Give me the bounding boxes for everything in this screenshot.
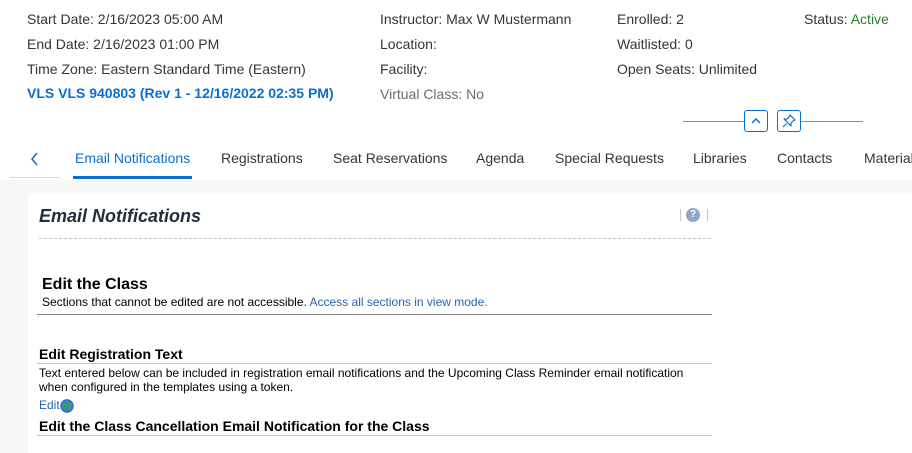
tab-bar: Email Notifications Registrations Seat R… [0, 140, 912, 180]
tabs-scroll-left-button[interactable] [10, 140, 60, 178]
pin-icon [782, 114, 796, 128]
tab-material[interactable]: Material [864, 140, 912, 180]
tab-email-notifications[interactable]: Email Notifications [75, 140, 190, 180]
open-seats: Open Seats: Unlimited [617, 61, 758, 77]
end-date: End Date: 2/16/2023 01:00 PM [27, 36, 220, 52]
cancellation-email-heading: Edit the Class Cancellation Email Notifi… [39, 418, 430, 434]
globe-icon[interactable] [60, 399, 74, 413]
class-header: Start Date: 2/16/2023 05:00 AM End Date:… [0, 0, 912, 140]
collapse-line-left [683, 121, 744, 122]
registration-text-heading: Edit Registration Text [39, 346, 183, 362]
collapse-line-right [801, 121, 863, 122]
tab-contacts[interactable]: Contacts [777, 140, 832, 180]
registration-text-divider [37, 363, 712, 364]
chevron-up-icon [751, 117, 761, 124]
enrolled-count: Enrolled: 2 [617, 11, 684, 27]
edit-class-note: Sections that cannot be edited are not a… [42, 295, 307, 309]
time-zone: Time Zone: Eastern Standard Time (Easter… [27, 61, 306, 77]
status-badge: Active [850, 11, 889, 27]
class-title-link[interactable]: VLS VLS 940803 (Rev 1 - 12/16/2022 02:35… [27, 85, 334, 101]
view-mode-link[interactable]: Access all sections in view mode. [310, 295, 488, 309]
tab-agenda[interactable]: Agenda [476, 140, 524, 180]
edit-registration-text-link[interactable]: Edit [39, 398, 60, 412]
tab-registrations[interactable]: Registrations [221, 140, 303, 180]
title-divider [39, 238, 711, 239]
location: Location: [380, 36, 437, 52]
toolbar-divider-left [680, 209, 681, 221]
help-icon[interactable]: ? [686, 208, 700, 222]
registration-text-description: Text entered below can be included in re… [39, 366, 684, 394]
start-date: Start Date: 2/16/2023 05:00 AM [27, 11, 224, 27]
panel-toolbar: ? [680, 208, 710, 222]
facility: Facility: [380, 61, 428, 77]
chevron-left-icon [31, 152, 38, 165]
waitlisted-count: Waitlisted: 0 [617, 36, 693, 52]
tab-seat-reservations[interactable]: Seat Reservations [333, 140, 447, 180]
pin-header-button[interactable] [777, 110, 801, 132]
header-collapse-bar [683, 110, 863, 132]
email-notifications-panel [28, 194, 912, 453]
panel-title: Email Notifications [39, 206, 202, 226]
virtual-class: Virtual Class: No [380, 86, 485, 102]
tab-libraries[interactable]: Libraries [693, 140, 747, 180]
section-divider [37, 314, 712, 315]
collapse-header-button[interactable] [744, 110, 768, 132]
toolbar-divider-right [707, 209, 708, 221]
cancellation-email-divider [37, 435, 712, 436]
tab-special-requests[interactable]: Special Requests [555, 140, 664, 180]
instructor: Instructor: Max W Mustermann [380, 11, 572, 27]
active-tab-indicator [73, 176, 192, 179]
status-label: Status: [804, 11, 848, 27]
edit-class-description: Sections that cannot be edited are not a… [42, 295, 488, 309]
status: Status: Active [804, 10, 889, 28]
edit-class-heading: Edit the Class [42, 276, 148, 293]
